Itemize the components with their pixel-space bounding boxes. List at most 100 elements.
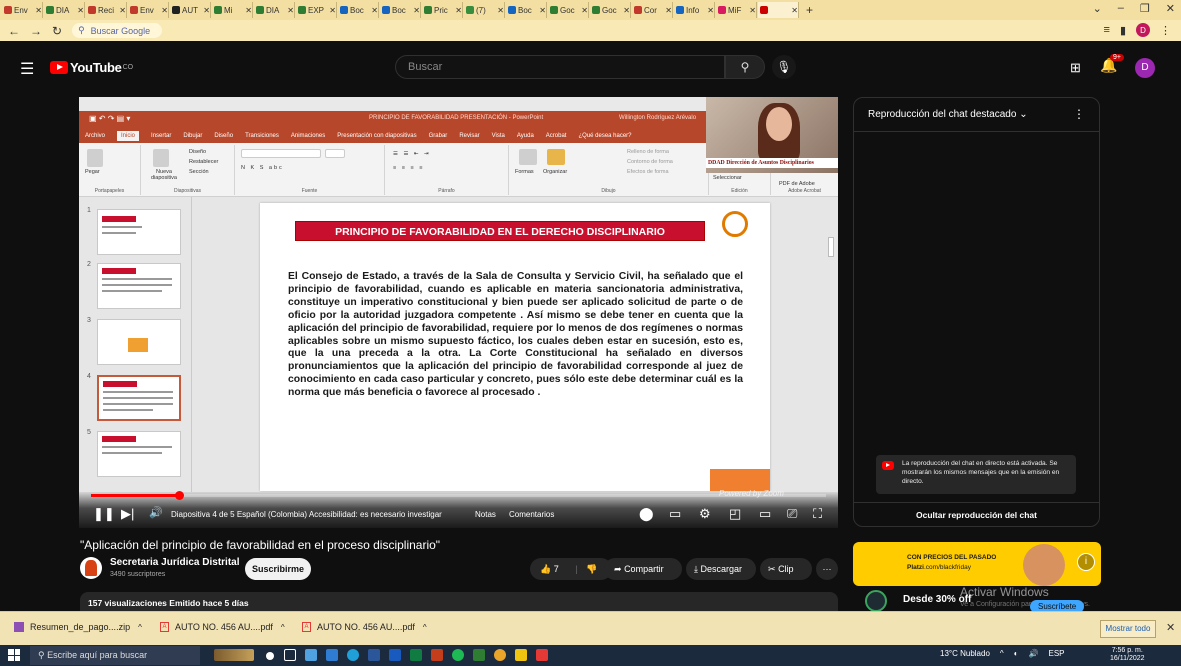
volume-icon[interactable]: 🔊 — [149, 506, 163, 519]
theater-mode-icon[interactable]: ▭ — [759, 506, 771, 522]
minimize-button[interactable]: – — [1118, 2, 1124, 15]
tab-close-icon[interactable]: ✕ — [791, 6, 798, 15]
progress-bar[interactable] — [91, 491, 826, 500]
ppt-menu-tab[interactable]: Grabar — [429, 133, 448, 139]
browser-menu-icon[interactable]: ⋮ — [1160, 24, 1171, 37]
task-view-icon[interactable] — [284, 649, 296, 661]
side-panel-icon[interactable]: ▮ — [1120, 24, 1126, 37]
acrobat-icon[interactable] — [536, 649, 548, 661]
more-options-icon[interactable]: ⋮ — [1073, 107, 1085, 121]
ppt-menu-tab[interactable]: ¿Qué desea hacer? — [578, 133, 631, 139]
ppt-menu-tab[interactable]: Vista — [492, 133, 505, 139]
autoplay-toggle-icon[interactable]: ⬤ — [639, 506, 654, 522]
browser-tab[interactable]: Info ✕ — [674, 2, 715, 18]
avatar[interactable]: D — [1135, 58, 1155, 78]
download-item[interactable]: A AUTO NO. 456 AU....pdf ^ — [302, 622, 427, 632]
slide-thumbnail[interactable] — [97, 263, 181, 309]
pause-icon[interactable]: ❚❚ — [93, 506, 115, 522]
tab-close-icon[interactable]: ✕ — [497, 6, 504, 15]
browser-tab[interactable]: Reci ✕ — [86, 2, 127, 18]
taskbar-search[interactable]: ⚲ Escribe aquí para buscar — [30, 646, 200, 665]
browser-tab[interactable]: EXP ✕ — [296, 2, 337, 18]
fullscreen-icon[interactable]: ⛶ — [813, 506, 822, 522]
browser-tab[interactable]: Env ✕ — [128, 2, 169, 18]
create-video-icon[interactable]: ⊞ — [1070, 60, 1081, 76]
thumbs-down-icon[interactable]: 👎 — [586, 564, 597, 574]
tab-close-icon[interactable]: ✕ — [119, 6, 126, 15]
folder-icon[interactable] — [515, 649, 527, 661]
back-button[interactable]: ← — [8, 24, 20, 38]
page-scrollbar[interactable] — [1172, 97, 1180, 610]
browser-tab[interactable]: ✕ — [758, 2, 799, 18]
settings-gear-icon[interactable]: ⚙ — [699, 506, 711, 522]
current-slide[interactable]: PRINCIPIO DE FAVORABILIDAD EN EL DERECHO… — [260, 203, 770, 491]
ppt-menu-tab[interactable]: Dibujar — [183, 133, 202, 139]
more-actions-button[interactable]: ··· — [816, 558, 838, 580]
tab-close-icon[interactable]: ✕ — [413, 6, 420, 15]
video-player[interactable]: ▣ ↶ ↷ ▤ ▾ PRINCIPIO DE FAVORABILIDAD PRE… — [79, 97, 838, 528]
info-icon[interactable]: i — [1077, 553, 1095, 571]
browser-tab[interactable]: MiF ✕ — [716, 2, 757, 18]
windows-start-icon[interactable] — [8, 649, 20, 661]
edge-icon[interactable] — [347, 649, 359, 661]
search-button[interactable]: ⚲ — [725, 55, 765, 79]
hide-chat-button[interactable]: Ocultar reproducción del chat — [854, 502, 1099, 526]
tab-close-icon[interactable]: ✕ — [245, 6, 252, 15]
tab-close-icon[interactable]: ✕ — [77, 6, 84, 15]
tab-close-icon[interactable]: ✕ — [707, 6, 714, 15]
tab-close-icon[interactable]: ✕ — [539, 6, 546, 15]
ppt-menu-tab[interactable]: Insertar — [151, 133, 171, 139]
clock[interactable]: 7:56 p. m. 16/11/2022 — [1110, 647, 1145, 663]
download-item[interactable]: Resumen_de_pago....zip ^ — [14, 622, 142, 632]
ppt-menu-tab[interactable]: Acrobat — [546, 133, 567, 139]
cast-icon[interactable]: ⎚ — [787, 506, 797, 522]
slide-thumbnail-selected[interactable] — [97, 375, 181, 421]
mail-icon[interactable] — [326, 649, 338, 661]
youtube-logo[interactable]: YouTube CO — [50, 60, 133, 75]
widget-thumbnail[interactable] — [214, 649, 254, 661]
tab-close-icon[interactable]: ✕ — [623, 6, 630, 15]
browser-tab[interactable]: Env ✕ — [2, 2, 43, 18]
share-button[interactable]: ➦ Compartir — [604, 558, 682, 580]
tab-close-icon[interactable]: ✕ — [35, 6, 42, 15]
voice-search-button[interactable]: 🎙 — [772, 55, 796, 79]
tab-close-icon[interactable]: ✕ — [371, 6, 378, 15]
tab-close-icon[interactable]: ✕ — [329, 6, 336, 15]
description-box[interactable]: 157 visualizaciones Emitido hace 5 días — [80, 592, 838, 612]
maximize-button[interactable]: ❐ — [1140, 2, 1150, 15]
outlook-icon[interactable] — [368, 649, 380, 661]
tab-close-icon[interactable]: ✕ — [581, 6, 588, 15]
ppt-menu-tab[interactable]: Ayuda — [517, 133, 534, 139]
ppt-menu-tab[interactable]: Animaciones — [291, 133, 325, 139]
browser-tab[interactable]: Pric ✕ — [422, 2, 463, 18]
thumbs-up-icon[interactable]: 👍 7 — [540, 564, 559, 574]
reading-list-icon[interactable]: ≡ — [1104, 24, 1110, 36]
spotify-icon[interactable] — [452, 649, 464, 661]
ppt-menu-tab[interactable]: Diseño — [214, 133, 233, 139]
slide-thumbnail[interactable] — [97, 319, 181, 365]
browser-tab[interactable]: DIA ✕ — [44, 2, 85, 18]
profile-avatar[interactable]: D — [1136, 23, 1150, 37]
volume-icon[interactable]: 🔊 — [1029, 649, 1039, 658]
channel-name[interactable]: Secretaria Jurídica Distrital — [110, 557, 240, 568]
ppt-menu-tab[interactable]: Transiciones — [245, 133, 279, 139]
ppt-menu-tab[interactable]: Presentación con diapositivas — [337, 133, 416, 139]
browser-tab[interactable]: Boc ✕ — [380, 2, 421, 18]
miniplayer-icon[interactable]: ◰ — [729, 506, 741, 522]
chat-title-dropdown[interactable]: Reproducción del chat destacado ⌄ — [868, 109, 1028, 120]
slide-thumbnail[interactable] — [97, 209, 181, 255]
forward-button[interactable]: → — [30, 24, 42, 38]
ppt-menu-tab[interactable]: Revisar — [459, 133, 479, 139]
show-all-downloads-button[interactable]: Mostrar todo — [1100, 620, 1156, 638]
tray-chevron-icon[interactable]: ^ — [1000, 649, 1004, 658]
file-explorer-icon[interactable] — [305, 649, 317, 661]
promo-banner[interactable]: CON PRECIOS DEL PASADO Platzi.com/blackf… — [853, 542, 1101, 586]
tab-close-icon[interactable]: ✕ — [161, 6, 168, 15]
tab-close-icon[interactable]: ✕ — [665, 6, 672, 15]
language-indicator[interactable]: ESP — [1048, 649, 1064, 658]
browser-tab[interactable]: Goc ✕ — [590, 2, 631, 18]
download-button[interactable]: ⤓ Descargar — [686, 558, 756, 580]
browser-tab[interactable]: (7) ✕ — [464, 2, 505, 18]
ppt-menu-tab[interactable]: Inicio — [117, 131, 140, 141]
browser-tab[interactable]: AUT ✕ — [170, 2, 211, 18]
